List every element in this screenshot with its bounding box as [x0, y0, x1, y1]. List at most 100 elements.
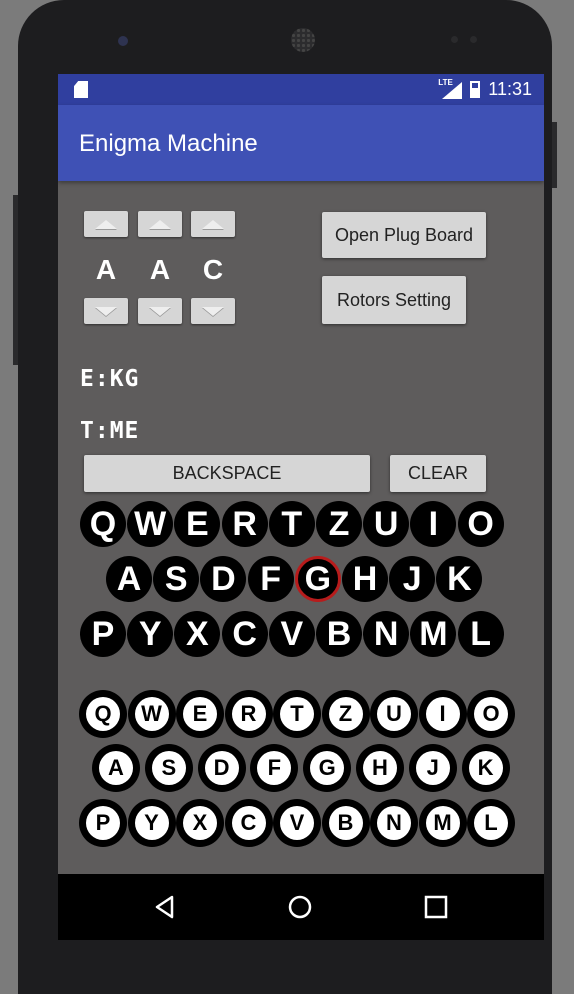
battery-icon [470, 81, 481, 98]
chevron-down-icon [149, 306, 171, 316]
lamp-k: K [461, 744, 510, 792]
rotor-1-up-button[interactable] [84, 211, 128, 237]
lamp-u: U [370, 690, 418, 738]
lamp-s: S [144, 744, 193, 792]
front-camera [118, 36, 128, 46]
lamp-m: M [418, 799, 467, 847]
lamp-label: A [99, 751, 133, 785]
key-d[interactable]: D [200, 556, 247, 602]
recents-icon[interactable] [423, 894, 449, 920]
key-c[interactable]: C [221, 611, 268, 657]
lamp-label: N [377, 806, 411, 840]
back-icon[interactable] [152, 894, 178, 920]
sd-card-icon [74, 81, 88, 98]
rotor-2-down-button[interactable] [138, 298, 182, 324]
key-v[interactable]: V [268, 611, 315, 657]
key-p[interactable]: P [80, 611, 126, 657]
lamp-x: X [176, 799, 224, 847]
key-g[interactable]: G [294, 556, 341, 602]
lamp-v: V [273, 799, 321, 847]
lamp-label: K [468, 751, 503, 785]
key-b[interactable]: B [316, 611, 362, 657]
lamp-e: E [176, 690, 224, 738]
earpiece-speaker [291, 28, 315, 52]
encrypted-output: E:KG [80, 366, 140, 392]
key-f[interactable]: F [247, 556, 294, 602]
rotor-3-down-button[interactable] [191, 298, 235, 324]
lamp-y: Y [127, 799, 176, 847]
key-r[interactable]: R [221, 501, 268, 547]
proximity-sensor [451, 36, 458, 43]
key-x[interactable]: X [174, 611, 221, 657]
key-k[interactable]: K [436, 556, 483, 602]
lte-signal-icon: LTE [438, 78, 463, 99]
rotor-1-down-button[interactable] [84, 298, 128, 324]
lamp-w: W [127, 690, 176, 738]
lamp-d: D [197, 744, 246, 792]
key-a[interactable]: A [106, 556, 152, 602]
screen: LTE 11:31 Enigma Machine AAC Open Plug B… [58, 74, 544, 940]
key-o[interactable]: O [457, 501, 504, 547]
lamp-c: C [224, 799, 273, 847]
open-plug-board-button[interactable]: Open Plug Board [322, 212, 486, 258]
lamp-label: U [377, 697, 411, 731]
key-t[interactable]: T [268, 501, 315, 547]
key-e[interactable]: E [174, 501, 221, 547]
lamp-label: C [231, 806, 266, 840]
key-h[interactable]: H [342, 556, 388, 602]
chevron-up-icon [149, 219, 171, 229]
app-bar: Enigma Machine [58, 105, 544, 181]
lamp-t: T [273, 690, 321, 738]
lamp-a: A [92, 744, 140, 792]
backspace-button[interactable]: BACKSPACE [84, 455, 370, 492]
key-u[interactable]: U [363, 501, 410, 547]
volume-button [13, 195, 18, 365]
rotor-2-up-button[interactable] [138, 211, 182, 237]
rotor-2-letter: A [149, 254, 171, 285]
lamp-l: L [467, 799, 515, 847]
key-n[interactable]: N [363, 611, 410, 657]
key-z[interactable]: Z [316, 501, 362, 547]
lamp-label: L [474, 806, 508, 840]
lamp-label: Y [134, 806, 169, 840]
lamp-p: P [79, 799, 127, 847]
lamp-label: H [363, 751, 397, 785]
key-i[interactable]: I [410, 501, 457, 547]
lamp-j: J [408, 744, 457, 792]
key-m[interactable]: M [410, 611, 457, 657]
home-icon[interactable] [287, 894, 313, 920]
power-button [552, 122, 557, 188]
key-q[interactable]: Q [80, 501, 126, 547]
app-title: Enigma Machine [79, 130, 258, 157]
lamp-label: O [474, 697, 508, 731]
lamp-label: S [151, 751, 186, 785]
status-bar: LTE 11:31 [58, 74, 544, 105]
rotor-3-up-button[interactable] [191, 211, 235, 237]
rotor-3-letter: C [202, 254, 224, 285]
lamp-label: W [134, 697, 169, 731]
clear-button[interactable]: CLEAR [390, 455, 486, 492]
chevron-down-icon [202, 306, 224, 316]
lamp-i: I [418, 690, 467, 738]
lamp-label: F [257, 751, 292, 785]
text-output: T:ME [80, 418, 140, 444]
lamp-label: J [415, 751, 450, 785]
key-y[interactable]: Y [127, 611, 174, 657]
key-s[interactable]: S [153, 556, 200, 602]
lamp-label: I [425, 697, 460, 731]
chevron-down-icon [95, 306, 117, 316]
chevron-up-icon [202, 219, 224, 229]
lamp-label: E [183, 697, 217, 731]
rotors-setting-button[interactable]: Rotors Setting [322, 276, 466, 324]
lamp-f: F [250, 744, 299, 792]
key-j[interactable]: J [389, 556, 436, 602]
rotor-1-letter: A [95, 254, 117, 285]
lamp-label: V [280, 806, 314, 840]
key-l[interactable]: L [457, 611, 504, 657]
lamp-n: N [370, 799, 418, 847]
lamp-label: R [231, 697, 266, 731]
lamp-z: Z [321, 690, 370, 738]
lamp-label: G [310, 751, 345, 785]
key-w[interactable]: W [127, 501, 174, 547]
lamp-label: Z [328, 697, 363, 731]
